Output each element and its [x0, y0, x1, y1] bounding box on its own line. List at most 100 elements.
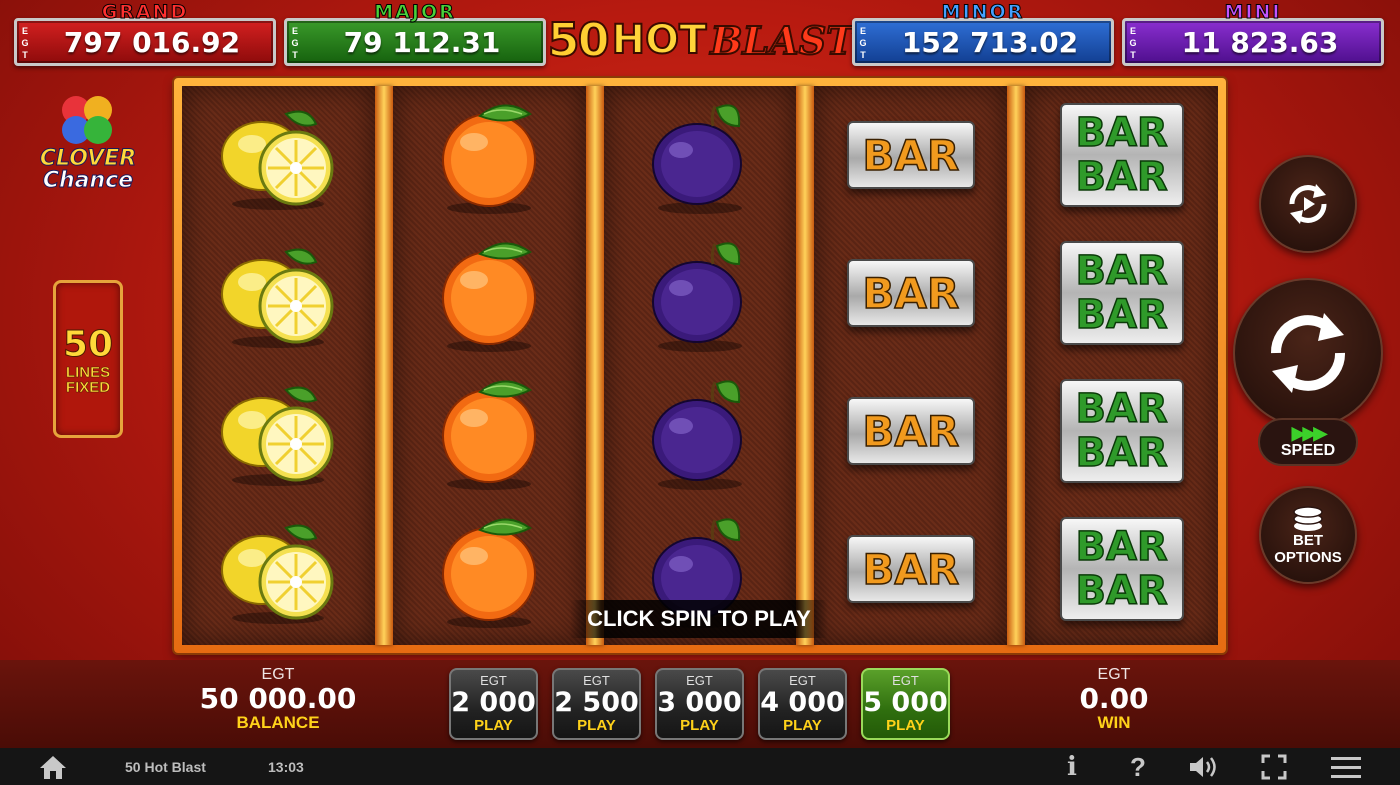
fullscreen-icon: [1261, 754, 1287, 780]
bet-currency: EGT: [583, 673, 610, 688]
logo-hot: HOT: [611, 16, 708, 64]
jackpot-mini: MINI EGT 11 823.63: [1122, 1, 1384, 66]
logo-number: 50: [547, 12, 611, 68]
jackpot-mini-name: MINI: [1224, 1, 1282, 24]
jackpot-minor-name: MINOR: [941, 1, 1025, 24]
info-icon: i: [1067, 752, 1077, 782]
reel-divider: [374, 86, 393, 645]
bet-play-label: PLAY: [886, 717, 925, 734]
bet-button-2[interactable]: EGT 2 500 PLAY: [552, 668, 641, 740]
reels: BAR BAR BAR BAR BAR BAR BAR BAR BAR BAR BAR BAR: [182, 86, 1218, 645]
help-button[interactable]: ?: [1126, 751, 1150, 782]
win-value: 0.00: [1079, 682, 1149, 715]
bet-options-button[interactable]: BET OPTIONS: [1259, 486, 1357, 584]
reel-divider: [1007, 86, 1026, 645]
reel-2: [392, 86, 586, 645]
jackpot-major-value: 79 112.31: [343, 25, 501, 59]
clover-text-2: Chance: [42, 168, 134, 194]
orange-symbol: [393, 86, 586, 224]
coins-icon: [1293, 506, 1323, 531]
double-bar-symbol: BAR BAR: [1025, 86, 1218, 224]
bar-symbol: BAR: [814, 362, 1007, 500]
bet-value: 5 000: [863, 687, 948, 718]
balance-display: EGT 50 000.00 BALANCE: [198, 666, 358, 732]
game-name: 50 Hot Blast: [125, 759, 206, 775]
lemon-symbol: [182, 362, 375, 500]
sound-button[interactable]: [1186, 753, 1222, 781]
bet-currency: EGT: [480, 673, 507, 688]
jackpot-grand: GRAND EGT 797 016.92: [14, 1, 276, 66]
plum-symbol: [604, 362, 797, 500]
menu-button[interactable]: [1330, 753, 1362, 781]
jackpot-grand-currency: EGT: [21, 26, 29, 60]
bet-button-4[interactable]: EGT 4 000 PLAY: [758, 668, 847, 740]
bet-button-1[interactable]: EGT 2 000 PLAY: [449, 668, 538, 740]
lemon-symbol: [182, 86, 375, 224]
bet-value: 2 000: [451, 687, 536, 718]
spin-icon: [1270, 313, 1346, 393]
bet-currency: EGT: [686, 673, 713, 688]
bet-currency: EGT: [789, 673, 816, 688]
bet-button-5[interactable]: EGT 5 000 PLAY: [861, 668, 950, 740]
bottom-panel: EGT 50 000.00 BALANCE EGT 2 000 PLAY EGT 2 5…: [0, 660, 1400, 748]
jackpot-grand-name: GRAND: [101, 1, 189, 24]
jackpot-grand-value: 797 016.92: [63, 25, 241, 59]
win-label: WIN: [1097, 713, 1131, 732]
lines-label-1: LINES: [65, 363, 111, 381]
jackpot-mini-currency: EGT: [1129, 26, 1137, 60]
home-icon: [40, 756, 66, 779]
spin-message: CLICK SPIN TO PLAY: [570, 600, 828, 638]
help-icon: ?: [1130, 751, 1146, 782]
clock: 13:03: [268, 759, 304, 775]
bet-play-label: PLAY: [577, 717, 616, 734]
fullscreen-button[interactable]: [1260, 753, 1288, 781]
reel-divider: [585, 86, 604, 645]
bet-value: 4 000: [760, 687, 845, 718]
bet-options-label-2: OPTIONS: [1274, 549, 1342, 566]
reel-divider: [796, 86, 815, 645]
orange-symbol: [393, 500, 586, 638]
bet-play-label: PLAY: [783, 717, 822, 734]
lemon-symbol: [182, 500, 375, 638]
reel-4: BAR BAR BAR BAR: [814, 86, 1008, 645]
lines-label-2: FIXED: [65, 378, 111, 396]
spin-button[interactable]: [1233, 278, 1383, 428]
balance-value: 50 000.00: [199, 682, 357, 715]
jackpot-major: MAJOR EGT 79 112.31: [284, 1, 546, 66]
speed-button[interactable]: ▶▶▶ SPEED: [1258, 418, 1358, 466]
bet-value: 2 500: [554, 687, 639, 718]
lemon-symbol: [182, 224, 375, 362]
home-button[interactable]: [38, 754, 68, 785]
speaker-icon: [1190, 757, 1216, 777]
jackpot-major-name: MAJOR: [374, 1, 456, 24]
bar-symbol: BAR: [814, 224, 1007, 362]
lines-badge: 50 LINES FIXED: [53, 280, 123, 438]
reel-5: BAR BAR BAR BAR BAR BAR BAR BAR: [1025, 86, 1218, 645]
info-button[interactable]: i: [1062, 752, 1082, 782]
double-bar-symbol: BAR BAR: [1025, 362, 1218, 500]
jackpot-minor-currency: EGT: [859, 26, 867, 60]
double-bar-symbol: BAR BAR: [1025, 224, 1218, 362]
logo-blast: BLAST: [709, 17, 855, 64]
bet-play-label: PLAY: [680, 717, 719, 734]
speed-label: SPEED: [1280, 442, 1336, 459]
bet-button-3[interactable]: EGT 3 000 PLAY: [655, 668, 744, 740]
reel-1: [182, 86, 375, 645]
bet-play-label: PLAY: [474, 717, 513, 734]
clover-icon: [62, 96, 112, 144]
bet-currency: EGT: [892, 673, 919, 688]
reel-frame: BAR BAR BAR BAR BAR BAR BAR BAR BAR BAR BAR BAR: [174, 78, 1226, 653]
bet-options-label-1: BET: [1293, 532, 1323, 549]
plum-symbol: [604, 86, 797, 224]
clover-chance-logo: CLOVER Chance: [28, 92, 148, 202]
autoplay-button[interactable]: [1259, 155, 1357, 253]
lines-count: 50: [62, 323, 114, 365]
orange-symbol: [393, 224, 586, 362]
bar-symbol: BAR: [814, 500, 1007, 638]
bar-symbol: BAR: [814, 86, 1007, 224]
double-bar-symbol: BAR BAR: [1025, 500, 1218, 638]
hamburger-menu-icon: [1331, 757, 1361, 778]
plum-symbol: [604, 224, 797, 362]
win-display: EGT 0.00 WIN: [1054, 666, 1174, 732]
autoplay-icon: [1289, 184, 1327, 224]
